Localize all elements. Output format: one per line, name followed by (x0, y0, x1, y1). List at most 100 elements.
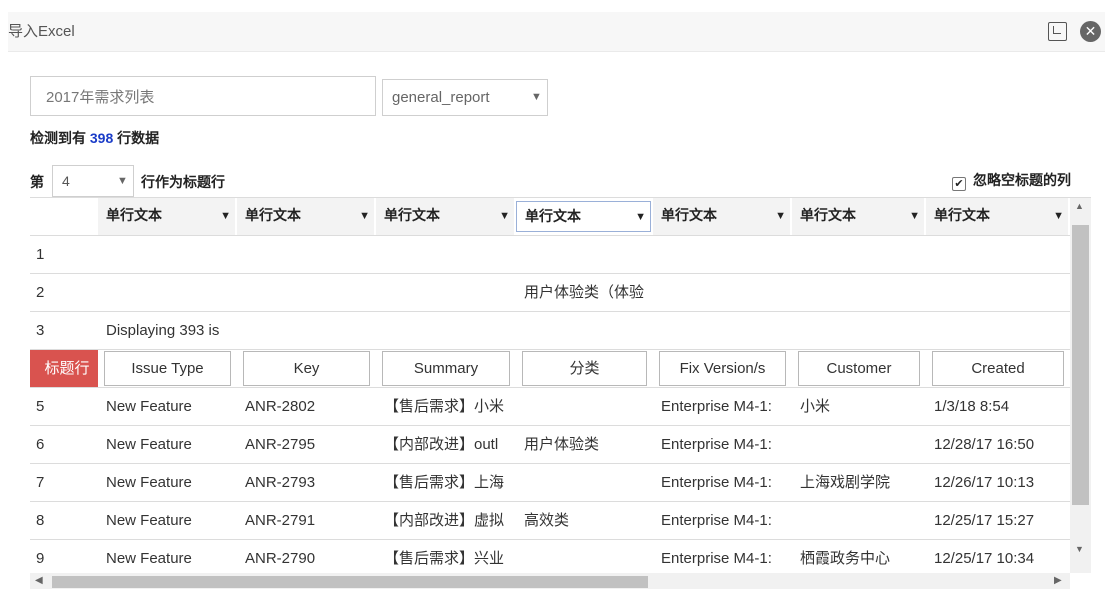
grid-body: 单行文本 ▼ 单行文本 ▼ 单行文本 ▼ 单行文本 ▼ 单行文本 ▼ 单行文本 ▼ 单行文本 ▼ 1 2 用户体… (30, 198, 1070, 573)
header-row-prefix: 第 (30, 174, 44, 190)
table-cell: 小米 (800, 398, 831, 415)
table-cell: 1/3/18 8:54 (934, 398, 1010, 415)
column-type-label: 单行文本 (384, 207, 440, 223)
dialog-titlebar[interactable]: 导入Excel ✕ (8, 12, 1105, 52)
dropdown-caret-icon: ▼ (635, 211, 646, 223)
table-cell: New Feature (106, 474, 192, 491)
table-row: 1 (30, 236, 1070, 274)
header-cell: Customer (798, 351, 920, 386)
row-number: 5 (36, 398, 45, 415)
table-cell (384, 312, 514, 349)
table-cell: ANR-2802 (245, 398, 316, 415)
table-cell: 高效类 (524, 512, 570, 529)
row-number: 8 (36, 512, 45, 529)
table-cell: 12/28/17 16:50 (934, 436, 1035, 453)
column-type-select[interactable]: 单行文本 ▼ (98, 198, 235, 235)
header-cell: 分类 (522, 351, 647, 386)
column-type-label: 单行文本 (245, 207, 301, 223)
table-cell: 上海戏剧学院 (800, 474, 891, 491)
detect-count: 398 (89, 130, 114, 146)
column-type-label: 单行文本 (525, 208, 581, 224)
row-number: 1 (36, 246, 45, 263)
dropdown-caret-icon: ▼ (359, 210, 370, 222)
close-icon[interactable]: ✕ (1080, 21, 1101, 42)
ignore-label: 忽略空标题的列 (973, 172, 1071, 188)
import-excel-dialog: 导入Excel ✕ general_report ▼ 检测到有 398 行数据 … (0, 0, 1105, 602)
dropdown-caret-icon: ▼ (531, 91, 542, 103)
grid-corner (30, 198, 98, 235)
table-cell (384, 274, 514, 311)
table-cell (245, 312, 374, 349)
table-cell: Enterprise M4-1: (661, 474, 772, 491)
table-cell (934, 274, 1068, 311)
sheet-select-value: general_report (392, 89, 490, 106)
row-number: 9 (36, 550, 45, 567)
checkbox-check-icon[interactable]: ✔ (952, 177, 966, 191)
table-cell: New Feature (106, 512, 192, 529)
table-row: 5 New Feature ANR-2802 【售后需求】小米 Enterprise M… (30, 388, 1070, 426)
row-number: 7 (36, 474, 45, 491)
dropdown-caret-icon: ▼ (775, 210, 786, 222)
table-cell (524, 464, 651, 501)
scroll-down-icon[interactable]: ▼ (1075, 544, 1084, 554)
column-type-row: 单行文本 ▼ 单行文本 ▼ 单行文本 ▼ 单行文本 ▼ 单行文本 ▼ 单行文本 ▼ 单行文本 ▼ (30, 198, 1070, 236)
table-cell (384, 236, 514, 273)
sheet-select[interactable]: general_report ▼ (382, 79, 548, 116)
dropdown-caret-icon: ▼ (117, 175, 128, 187)
header-cell: Key (243, 351, 370, 386)
table-cell: ANR-2790 (245, 550, 316, 567)
header-cell: Summary (382, 351, 510, 386)
column-type-select[interactable]: 单行文本 ▼ (653, 198, 790, 235)
header-cell: Created (932, 351, 1064, 386)
table-row: 9 New Feature ANR-2790 【售后需求】兴业 Enterprise M… (30, 540, 1070, 573)
column-type-label: 单行文本 (661, 207, 717, 223)
column-type-label: 单行文本 (934, 207, 990, 223)
scroll-up-icon[interactable]: ▲ (1075, 201, 1084, 211)
table-cell: 12/25/17 10:34 (934, 550, 1035, 567)
table-cell: New Feature (106, 550, 192, 567)
table-cell (106, 236, 235, 273)
column-type-select[interactable]: 单行文本 ▼ (376, 198, 514, 235)
dropdown-caret-icon: ▼ (1053, 210, 1064, 222)
table-cell (934, 236, 1068, 273)
dialog-title: 导入Excel (8, 23, 75, 40)
column-type-label: 单行文本 (106, 207, 162, 223)
table-cell: Enterprise M4-1: (661, 398, 772, 415)
header-row-suffix: 行作为标题行 (141, 174, 225, 190)
table-cell: 栖霞政务中心 (800, 550, 891, 567)
table-row: 8 New Feature ANR-2791 【内部改进】虚拟 高效类 Enterpris… (30, 502, 1070, 540)
dropdown-caret-icon: ▼ (220, 210, 231, 222)
horizontal-scrollbar[interactable]: ◀ ▶ (30, 573, 1070, 589)
vertical-scrollbar[interactable]: ▲ ▼ (1070, 198, 1091, 573)
table-cell: Enterprise M4-1: (661, 550, 772, 567)
scroll-left-icon[interactable]: ◀ (35, 575, 43, 586)
title-row-tag: 标题行 (30, 350, 98, 387)
table-cell (800, 236, 924, 273)
column-type-select[interactable]: 单行文本 ▼ (237, 198, 374, 235)
column-type-select[interactable]: 单行文本 ▼ (792, 198, 924, 235)
header-cell: Fix Version/s (659, 351, 786, 386)
header-row-select[interactable]: 4 ▼ (52, 165, 134, 197)
horizontal-scroll-thumb[interactable] (52, 576, 648, 588)
row-number: 6 (36, 436, 45, 453)
column-type-select[interactable]: 单行文本 ▼ (516, 201, 651, 232)
preview-grid: 单行文本 ▼ 单行文本 ▼ 单行文本 ▼ 单行文本 ▼ 单行文本 ▼ 单行文本 ▼ 单行文本 ▼ 1 2 用户体… (30, 197, 1091, 589)
column-type-label: 单行文本 (800, 207, 856, 223)
table-name-input[interactable] (30, 76, 376, 116)
table-cell: ANR-2791 (245, 512, 316, 529)
table-cell: ANR-2795 (245, 436, 316, 453)
table-cell (524, 312, 651, 349)
maximize-icon[interactable] (1048, 22, 1067, 41)
scroll-right-icon[interactable]: ▶ (1054, 575, 1062, 586)
table-cell: ANR-2793 (245, 474, 316, 491)
table-cell (934, 312, 1068, 349)
table-cell (800, 312, 924, 349)
table-cell (524, 236, 651, 273)
table-cell (524, 388, 651, 425)
vertical-scroll-thumb[interactable] (1072, 225, 1089, 505)
ignore-empty-columns-option[interactable]: ✔ 忽略空标题的列 (952, 170, 1071, 191)
table-cell: 用户体验类 (524, 436, 600, 453)
column-type-select[interactable]: 单行文本 ▼ (926, 198, 1068, 235)
table-row: 6 New Feature ANR-2795 【内部改进】outl 用户体验类 Enter… (30, 426, 1070, 464)
table-cell: 12/26/17 10:13 (934, 474, 1035, 491)
